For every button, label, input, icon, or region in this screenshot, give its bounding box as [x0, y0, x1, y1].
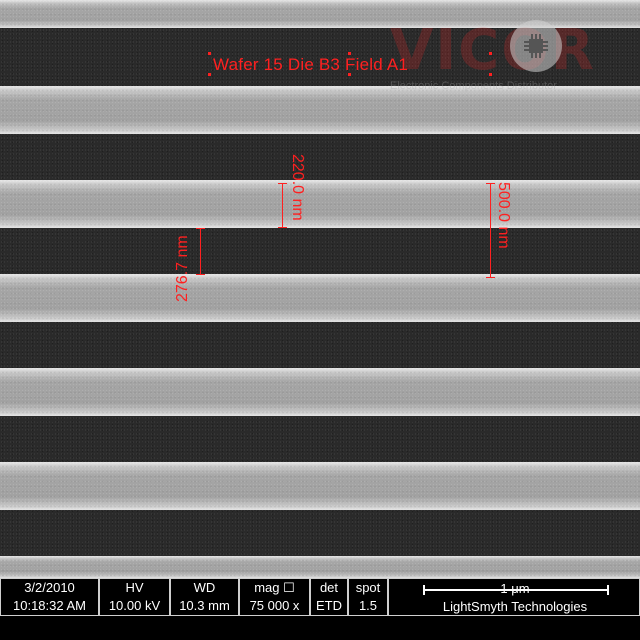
det-label: det	[319, 580, 339, 595]
watermark-subtitle: Electronic Components Distributor	[390, 80, 557, 92]
date-time-cell: 3/2/2010 10:18:32 AM	[0, 578, 99, 616]
grating-line	[0, 274, 640, 322]
spot-cell: spot 1.5	[348, 578, 388, 616]
det-value: ETD	[316, 598, 342, 613]
wd-cell: WD 10.3 mm	[170, 578, 239, 616]
watermark: VICOR Electronic Components Distributor	[390, 18, 630, 98]
scale-cell: 1 μm LightSmyth Technologies	[388, 578, 640, 616]
hv-label: HV	[125, 580, 144, 595]
measure-tick	[196, 274, 205, 275]
measure-label-276: 276.7 nm	[174, 235, 191, 302]
watermark-logo: VICOR	[390, 18, 596, 83]
wd-value: 10.3 mm	[179, 598, 230, 613]
field-title: Wafer 15 Die B3 Field A1	[213, 55, 409, 74]
title-marker	[208, 73, 211, 76]
measure-tick	[486, 277, 495, 278]
spot-label: spot	[355, 580, 381, 595]
measure-tick	[196, 228, 205, 229]
company-name: LightSmyth Technologies	[442, 599, 588, 614]
measure-bar-500	[490, 183, 491, 277]
grating-line	[0, 556, 640, 578]
title-marker	[489, 52, 492, 55]
hv-cell: HV 10.00 kV	[99, 578, 170, 616]
title-marker	[348, 73, 351, 76]
title-marker	[489, 73, 492, 76]
measure-bar-276	[200, 228, 201, 274]
mag-cell: mag ☐ 75 000 x	[239, 578, 310, 616]
sem-micrograph: VICOR Electronic Components Distributor …	[0, 0, 640, 578]
measure-tick	[278, 227, 287, 228]
spot-value: 1.5	[358, 598, 378, 613]
chip-icon	[510, 20, 562, 72]
mag-value: 75 000 x	[249, 598, 300, 613]
grating-line	[0, 462, 640, 510]
hv-value: 10.00 kV	[108, 598, 161, 613]
time-value: 10:18:32 AM	[13, 598, 86, 613]
measure-label-500: 500.0 nm	[495, 182, 512, 249]
measure-tick	[278, 183, 287, 184]
date-value: 3/2/2010	[24, 580, 75, 595]
det-cell: det ETD	[310, 578, 348, 616]
title-marker	[208, 52, 211, 55]
measure-label-220: 220.0 nm	[289, 154, 306, 221]
title-marker	[348, 52, 351, 55]
grating-line	[0, 368, 640, 416]
measure-bar-220	[282, 183, 283, 227]
sem-databar: 3/2/2010 10:18:32 AM HV 10.00 kV WD 10.3…	[0, 578, 640, 640]
scale-label: 1 μm	[500, 581, 530, 596]
mag-label: mag ☐	[254, 580, 295, 595]
wd-label: WD	[193, 580, 216, 595]
grating-line	[0, 180, 640, 228]
